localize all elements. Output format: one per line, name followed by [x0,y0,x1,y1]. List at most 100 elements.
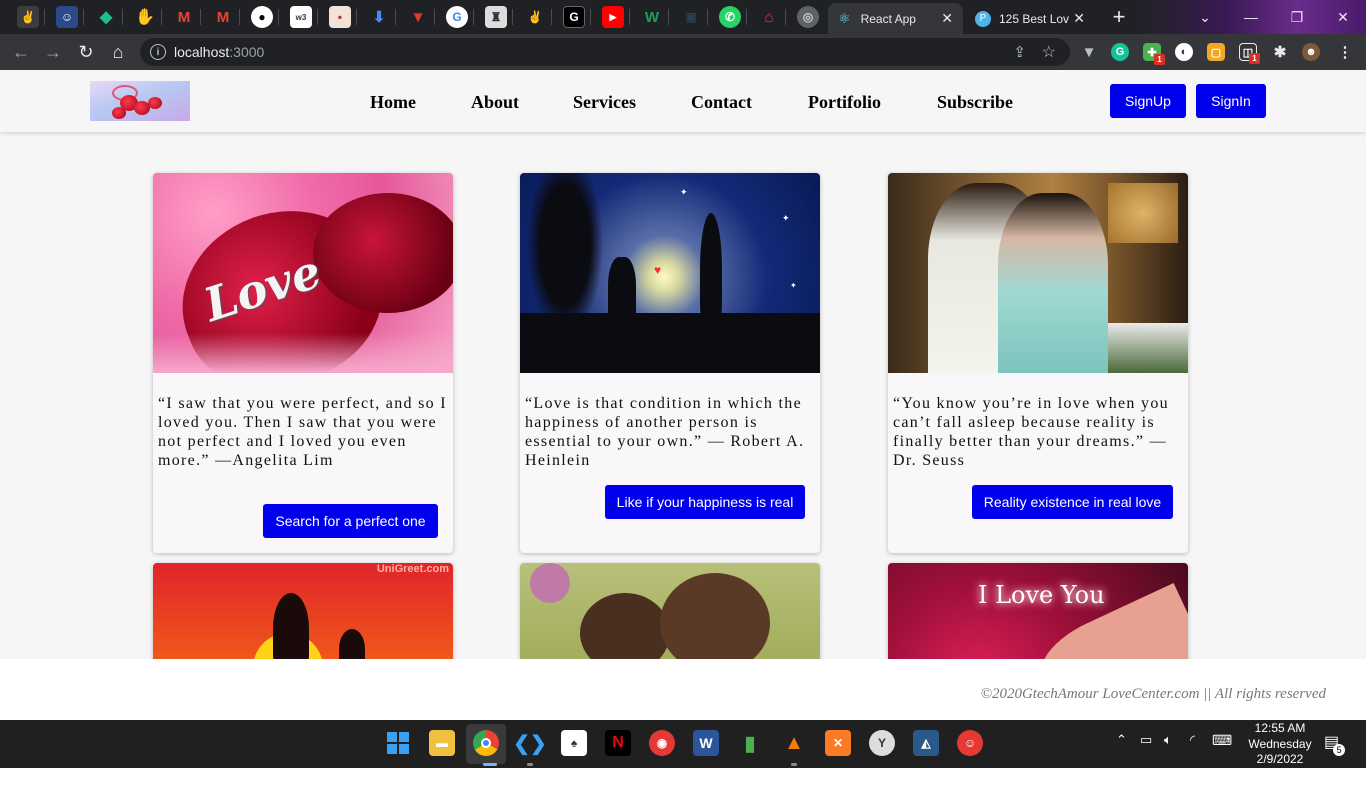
signup-button[interactable]: SignUp [1110,84,1186,118]
browser-toolbar: ← → ↻ ⌂ i localhost:3000 ⇪ ☆ ▼ G ✚ 1 ◐ ▢ … [0,34,1366,70]
tab-react-app[interactable]: ⚛ React App ✕ [828,3,963,34]
app-icon[interactable]: ☺ [957,730,983,756]
crest-icon[interactable]: ♜ [485,6,507,28]
nav-subscribe[interactable]: Subscribe [937,92,1013,113]
quote-text: “Love is that condition in which the hap… [525,395,805,469]
close-tab-icon[interactable]: ✕ [1073,10,1085,27]
gmail-icon[interactable]: M [212,6,234,28]
whatsapp-icon[interactable]: ✆ [719,6,741,28]
like-happiness-button[interactable]: Like if your happiness is real [605,485,805,519]
restore-button[interactable]: ❐ [1274,0,1320,34]
tab-separator [83,9,84,25]
running-indicator [527,763,533,766]
show-hidden-icons[interactable]: ⌃ [1116,732,1127,748]
vivaldi-extension-icon[interactable]: ▼ [1080,43,1098,61]
minimize-button[interactable]: — [1228,0,1274,34]
app-icon[interactable]: ▮ [737,730,763,756]
file-explorer-icon[interactable]: ▬ [429,730,455,756]
nav-contact[interactable]: Contact [691,92,752,113]
wifi-icon[interactable]: ◜ [1190,732,1195,748]
grammarly-icon[interactable]: G [1111,43,1129,61]
rose-shape [112,107,126,119]
google-icon[interactable]: G [446,6,468,28]
reality-love-button[interactable]: Reality existence in real love [972,485,1173,519]
extension-icon[interactable]: ✚ 1 [1143,43,1165,65]
tab-separator [278,9,279,25]
signin-button[interactable]: SignIn [1196,84,1266,118]
battery-icon[interactable]: ▭ [1140,732,1152,748]
site-logo[interactable] [90,81,190,121]
extension-icon[interactable]: ◐ [1175,43,1193,61]
pinned-tab-icon[interactable]: ☺ [56,6,78,28]
search-perfect-button[interactable]: Search for a perfect one [263,504,438,538]
keyboard-icon[interactable]: ⌨ [1212,732,1232,749]
app-icon[interactable]: Y [869,730,895,756]
quote-text: “I saw that you were perfect, and so I l… [158,395,447,469]
gmail-icon[interactable]: M [173,6,195,28]
volume-icon[interactable]: 🔈︎ [1164,732,1172,748]
pinned-tab-icon[interactable]: ▣ [680,6,702,28]
nav-about[interactable]: About [471,92,519,113]
tab-search-icon[interactable]: ⌄ [1182,0,1228,34]
word-icon[interactable]: W [693,730,719,756]
woman-head-silhouette [660,573,770,673]
system-clock[interactable]: 12:55 AM Wednesday 2/9/2022 [1240,721,1320,768]
avatar[interactable]: ☻ [1302,43,1320,61]
download-icon[interactable]: ⬇ [368,6,390,28]
tab-best-love[interactable]: P 125 Best Lov ✕ [965,3,1095,34]
back-icon[interactable]: ← [9,40,33,64]
mysql-icon[interactable]: ◭ [913,730,939,756]
solitaire-icon[interactable]: ♠ [561,730,587,756]
vlc-icon[interactable]: ▲ [781,730,807,756]
pinned-tab-icon[interactable]: ◆ [95,6,117,28]
bookmark-star-icon[interactable]: ☆ [1042,42,1056,62]
forward-icon[interactable]: → [41,40,65,64]
pinned-tab-icon[interactable]: ✌ [17,6,39,28]
vscode-icon[interactable]: ❮❯ [513,730,547,756]
youtube-icon[interactable]: ▶ [602,6,624,28]
puzzle-icon[interactable]: ✱ [1271,43,1289,61]
nav-services[interactable]: Services [573,92,636,113]
kebab-menu-icon[interactable]: ⋮ [1336,43,1354,61]
pinned-tab-icon[interactable]: ✋ [134,6,156,28]
reload-icon[interactable]: ↻ [74,40,98,64]
tab-separator [785,9,786,25]
globe-icon[interactable]: ◎ [797,6,819,28]
quote-card: ♥ ✦ ✦ ✦ “Love is that condition in which… [520,173,820,553]
tab-separator [473,9,474,25]
close-window-button[interactable]: ✕ [1320,0,1366,34]
tab-separator [161,9,162,25]
netflix-icon[interactable]: N [605,730,631,756]
new-tab-button[interactable]: + [1105,4,1133,29]
w3schools-icon[interactable]: w3 [290,6,312,28]
nav-portfolio[interactable]: Portifolio [808,92,881,113]
app-icon[interactable]: ◉ [649,730,675,756]
close-tab-icon[interactable]: ✕ [941,10,953,27]
address-bar[interactable]: i localhost:3000 ⇪ ☆ [140,38,1070,66]
nav-home[interactable]: Home [370,92,416,113]
extension-icon[interactable]: ▢ [1207,43,1225,61]
site-info-icon[interactable]: i [150,44,166,60]
extension-icon[interactable]: ◫ 1 [1239,43,1260,64]
share-icon[interactable]: ⇪ [1013,43,1026,61]
notification-count: 5 [1333,744,1346,756]
pinned-tab-icon[interactable]: ▪ [329,6,351,28]
couple-silhouette [273,593,309,663]
window-glow [1108,183,1178,243]
quote-card: “You know you’re in love when you can’t … [888,173,1188,553]
home-icon[interactable]: ⌂ [106,40,130,64]
site-header: Home About Services Contact Portifolio S… [0,70,1366,132]
i-love-you-text: I Love You [978,581,1105,609]
pinned-tab-icon[interactable]: G [563,6,585,28]
xampp-icon[interactable]: ✕ [825,730,851,756]
vivaldi-icon[interactable]: ▼ [407,6,429,28]
chrome-icon[interactable] [473,730,499,756]
pinned-tab-icon[interactable]: ✌ [524,6,546,28]
tab-separator [668,9,669,25]
windows-start-icon[interactable] [385,730,411,756]
laravel-icon[interactable]: ⌂ [758,6,780,28]
notification-icon[interactable]: ▤ 5 [1324,732,1346,756]
github-icon[interactable]: ● [251,6,273,28]
tab-separator [434,9,435,25]
pinned-tab-icon[interactable]: W [641,6,663,28]
